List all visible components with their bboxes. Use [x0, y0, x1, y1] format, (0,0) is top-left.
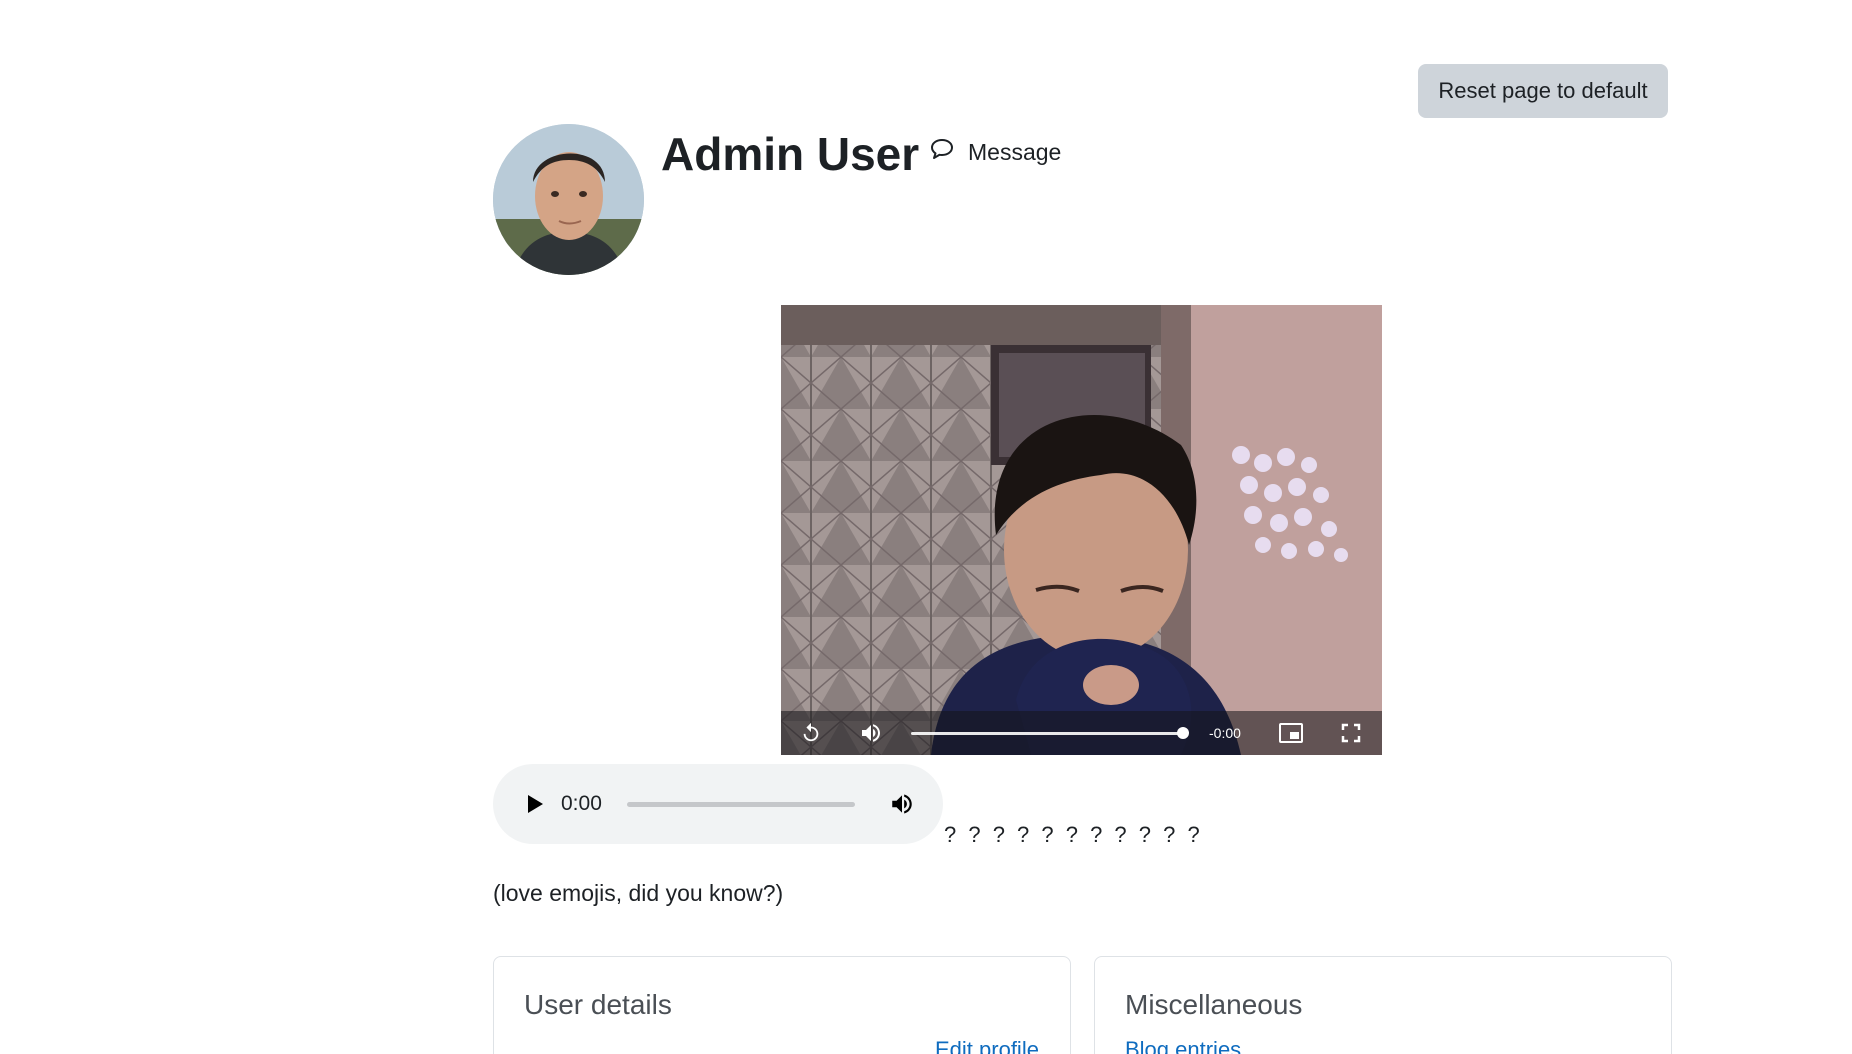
unrendered-emoji-text: ? ? ? ? ? ? ? ? ? ? ? — [944, 822, 1203, 847]
play-icon[interactable] — [521, 790, 549, 818]
user-name-heading: Admin User — [661, 128, 920, 180]
volume-icon[interactable] — [851, 711, 891, 755]
video-player[interactable]: -0:00 — [781, 305, 1382, 755]
miscellaneous-card: Miscellaneous Blog entries — [1094, 956, 1672, 1054]
avatar — [493, 124, 644, 275]
message-label: Message — [968, 138, 1062, 165]
audio-current-time: 0:00 — [561, 792, 602, 815]
video-seek-bar[interactable] — [911, 726, 1189, 739]
volume-icon[interactable] — [887, 789, 917, 819]
profile-page: Reset page to default Admin User Message — [0, 0, 1852, 1054]
audio-seek-bar[interactable] — [627, 801, 855, 807]
picture-in-picture-icon[interactable] — [1271, 711, 1311, 755]
video-frame — [781, 305, 1382, 755]
reset-page-button[interactable]: Reset page to default — [1418, 64, 1668, 118]
video-remaining-time: -0:00 — [1209, 725, 1241, 741]
miscellaneous-title: Miscellaneous — [1125, 989, 1303, 1020]
replay-icon[interactable] — [791, 711, 831, 755]
user-details-title: User details — [524, 989, 672, 1020]
profile-description: (love emojis, did you know?) — [493, 880, 784, 906]
fullscreen-icon[interactable] — [1331, 711, 1371, 755]
audio-player[interactable]: 0:00 — [493, 764, 943, 844]
video-controls: -0:00 — [781, 711, 1382, 755]
blog-entries-link[interactable]: Blog entries — [1125, 1037, 1241, 1054]
edit-profile-link[interactable]: Edit profile — [935, 1037, 1039, 1054]
video-seek-thumb[interactable] — [1177, 726, 1189, 739]
avatar-photo — [493, 124, 644, 275]
user-details-card: User details Edit profile — [493, 956, 1071, 1054]
message-link[interactable]: Message — [930, 137, 1061, 167]
chat-bubble-icon — [930, 138, 954, 166]
